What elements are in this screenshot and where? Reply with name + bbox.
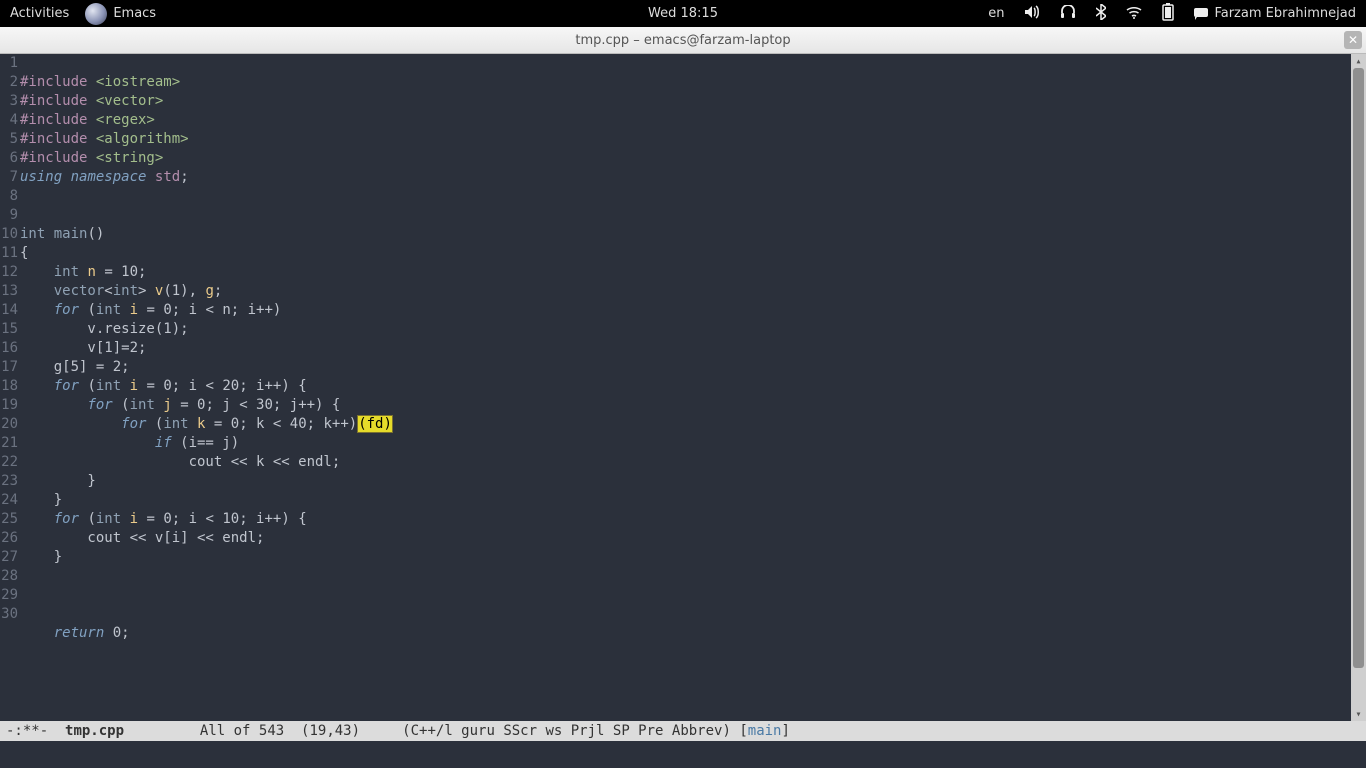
clock[interactable]: Wed 18:15 [648, 6, 718, 21]
emacs-icon [85, 3, 107, 25]
gnome-topbar: Activities Emacs Wed 18:15 en Farzam Ebr… [0, 0, 1366, 27]
emacs-modeline[interactable]: -:**- tmp.cpp All of 543 (19,43) (C++/l … [0, 721, 1366, 741]
activities-button[interactable]: Activities [10, 6, 69, 21]
vertical-scrollbar[interactable]: ▴ ▾ [1351, 54, 1366, 721]
scroll-down-arrow[interactable]: ▾ [1351, 707, 1366, 721]
editor-area[interactable]: 1 2 3 4 5 6 7 8 9 10 11 12 13 14 15 16 1… [0, 54, 1366, 721]
volume-icon[interactable] [1024, 5, 1040, 23]
line-number-gutter: 1 2 3 4 5 6 7 8 9 10 11 12 13 14 15 16 1… [0, 54, 20, 721]
window-titlebar: tmp.cpp – emacs@farzam-laptop ✕ [0, 27, 1366, 54]
modeline-filename: tmp.cpp [65, 723, 124, 739]
wifi-icon[interactable] [1126, 5, 1142, 23]
battery-icon[interactable] [1162, 3, 1174, 25]
scrollbar-thumb[interactable] [1353, 68, 1364, 668]
input-language[interactable]: en [988, 6, 1004, 21]
user-menu[interactable]: Farzam Ebrahimnejad [1194, 6, 1356, 21]
system-tray: en Farzam Ebrahimnejad [988, 3, 1356, 25]
appmenu-label: Emacs [113, 6, 156, 21]
appmenu[interactable]: Emacs [85, 3, 156, 25]
chat-icon [1194, 8, 1208, 20]
user-name-label: Farzam Ebrahimnejad [1214, 6, 1356, 21]
window-close-button[interactable]: ✕ [1344, 31, 1362, 49]
close-icon: ✕ [1348, 33, 1358, 47]
scroll-up-arrow[interactable]: ▴ [1351, 54, 1366, 68]
headphone-icon[interactable] [1060, 5, 1076, 23]
modeline-vc: main [748, 723, 782, 739]
bluetooth-icon[interactable] [1096, 4, 1106, 24]
window-title: tmp.cpp – emacs@farzam-laptop [575, 33, 790, 48]
code-fold-marker[interactable]: (fd) [357, 415, 393, 433]
emacs-minibuffer[interactable] [0, 741, 1366, 768]
code-content[interactable]: #include <iostream> #include <vector> #i… [20, 54, 1351, 721]
